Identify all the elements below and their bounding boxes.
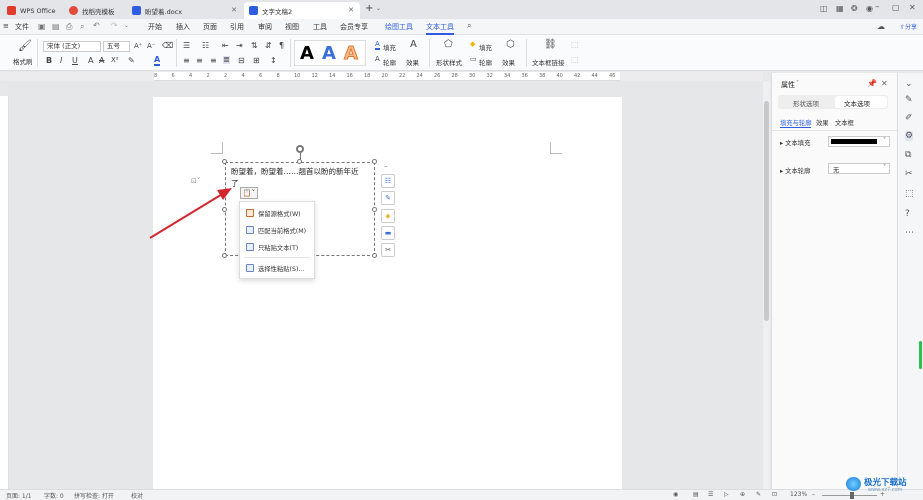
page-count[interactable]: 页面: 1/1 [6, 491, 32, 500]
zoom-level[interactable]: 123% [790, 491, 807, 498]
zoom-out-button[interactable]: – [812, 491, 815, 498]
tab-text-options[interactable]: 文本选项 [844, 98, 870, 108]
eye-icon[interactable]: ◉ [673, 491, 678, 498]
text-outline-value: 无 [833, 167, 840, 174]
right-sidebar: ⌄ ✎ ✐ ⚙ ⧉ ✂ ⬚ ? ⋯ [897, 73, 923, 489]
pen-icon[interactable]: ✎ [905, 95, 913, 105]
text-fill-select[interactable]: ˅ [828, 136, 890, 147]
read-mode-icon[interactable]: ▷ [724, 491, 729, 498]
proofread-button[interactable]: 校对 [131, 491, 143, 500]
shapes-icon[interactable]: ⬚ [905, 189, 914, 199]
subtab-fill-outline[interactable]: 填充与轮廓 [780, 118, 812, 128]
page-view-icon[interactable]: ▤ [693, 491, 699, 498]
chevron-down-icon: ˅ [883, 137, 886, 144]
side-indicator[interactable] [919, 341, 922, 369]
vertical-scrollbar[interactable] [763, 81, 770, 489]
globe-icon[interactable]: ⊕ [740, 491, 745, 498]
subtab-effects[interactable]: 效果 [816, 118, 829, 127]
image-icon[interactable]: ⧉ [905, 150, 911, 160]
web-view-icon[interactable]: ☰ [708, 491, 713, 498]
properties-panel: 属性 ˅ 📌 ✕ 形状选项 文本选项 填充与轮廓 效果 文本框 ▸ 文本填充 ˅… [771, 73, 898, 489]
pin-icon[interactable]: 📌 [867, 79, 877, 88]
expand-icon[interactable]: ⌄ [905, 79, 913, 89]
spellcheck-status[interactable]: 拼写检查: 打开 [74, 491, 114, 500]
help-icon[interactable]: ? [905, 209, 910, 219]
arrow-shaft [149, 192, 225, 239]
text-outline-select[interactable]: 无 ˅ [828, 163, 890, 174]
chevron-down-icon: ˅ [883, 164, 886, 171]
arrow-head [217, 188, 232, 200]
watermark-emblem [846, 477, 861, 491]
watermark-subtext: www.xz7.com [868, 487, 903, 493]
close-panel-icon[interactable]: ✕ [881, 79, 888, 88]
tab-shape-options[interactable]: 形状选项 [793, 98, 819, 108]
status-bar: 页面: 1/1 字数: 0 拼写检查: 打开 校对 ◉ ▤ ☰ ▷ ⊕ ✎ ⊡ … [0, 489, 923, 500]
fit-icon[interactable]: ⊡ [772, 491, 777, 498]
edit-icon[interactable]: ✐ [905, 113, 913, 123]
panel-divider [772, 130, 898, 131]
text-outline-label: 文本轮廓 [785, 168, 811, 175]
watermark-logo: 极光下载站 www.xz7.com [846, 474, 916, 494]
scrollbar-thumb[interactable] [764, 101, 769, 321]
text-outline-row[interactable]: ▸ 文本轮廓 [780, 166, 810, 175]
more-icon[interactable]: ⋯ [905, 228, 914, 238]
subtab-textbox[interactable]: 文本框 [835, 118, 854, 127]
fill-color-swatch [831, 139, 877, 144]
text-fill-row[interactable]: ▸ 文本填充 [780, 138, 810, 147]
pen-mode-icon[interactable]: ✎ [756, 491, 761, 498]
tools-icon[interactable]: ✂ [905, 169, 913, 179]
panel-title: 属性 [781, 81, 795, 89]
panel-tabs: 形状选项 文本选项 [778, 95, 888, 109]
chevron-down-icon[interactable]: ˅ [796, 80, 799, 87]
word-count[interactable]: 字数: 0 [44, 491, 64, 500]
properties-icon[interactable]: ⚙ [905, 131, 914, 141]
text-fill-label: 文本填充 [785, 140, 811, 147]
